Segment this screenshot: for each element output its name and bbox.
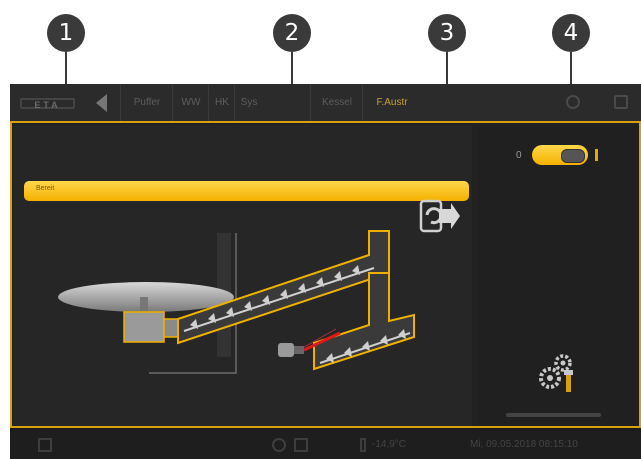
callout-1: 1: [47, 14, 85, 52]
tab-puffer[interactable]: Puffer: [120, 84, 173, 121]
tab-ww[interactable]: WW: [172, 84, 209, 121]
back-arrow-icon[interactable]: [96, 94, 107, 112]
tab-kessel[interactable]: Kessel: [310, 84, 363, 121]
eta-logo: ETA: [20, 98, 75, 110]
link-icon[interactable]: [294, 438, 308, 452]
tab-f-austr[interactable]: F.Austr: [362, 84, 421, 121]
callout-2: 2: [273, 14, 311, 52]
bottom-bar: -14,9°C Mi, 09.05.2018 08:15:10: [10, 431, 641, 459]
on-off-toggle[interactable]: [532, 145, 588, 165]
top-bar: ETA Puffer WW HK Sys Kessel F.Austr: [10, 84, 641, 121]
outside-temperature: -14,9°C: [372, 439, 407, 450]
toggle-on-mark: [595, 149, 598, 161]
conveyor-area: Bereit: [14, 125, 472, 426]
temperature-icon: [360, 438, 366, 452]
tab-sys[interactable]: Sys: [234, 84, 263, 121]
settings-gears-icon[interactable]: [536, 350, 576, 395]
toggle-knob[interactable]: [561, 149, 585, 163]
callout-4: 4: [552, 14, 590, 52]
date-time: Mi, 09.05.2018 08:15:10: [470, 439, 578, 450]
tab-hk[interactable]: HK: [208, 84, 235, 121]
menu-button[interactable]: [566, 95, 580, 109]
more-button[interactable]: [614, 95, 628, 109]
main-panel: Bereit 0: [10, 121, 641, 428]
wrench-icon[interactable]: [38, 438, 52, 452]
callout-3: 3: [428, 14, 466, 52]
conveyor-illustration: [58, 230, 415, 374]
settings-underline: [506, 413, 601, 417]
touchscreen: ETA Puffer WW HK Sys Kessel F.Austr Bere…: [10, 84, 641, 459]
service-icon[interactable]: [272, 438, 286, 452]
toggle-off-label: 0: [516, 150, 522, 161]
control-area: 0: [478, 125, 639, 426]
